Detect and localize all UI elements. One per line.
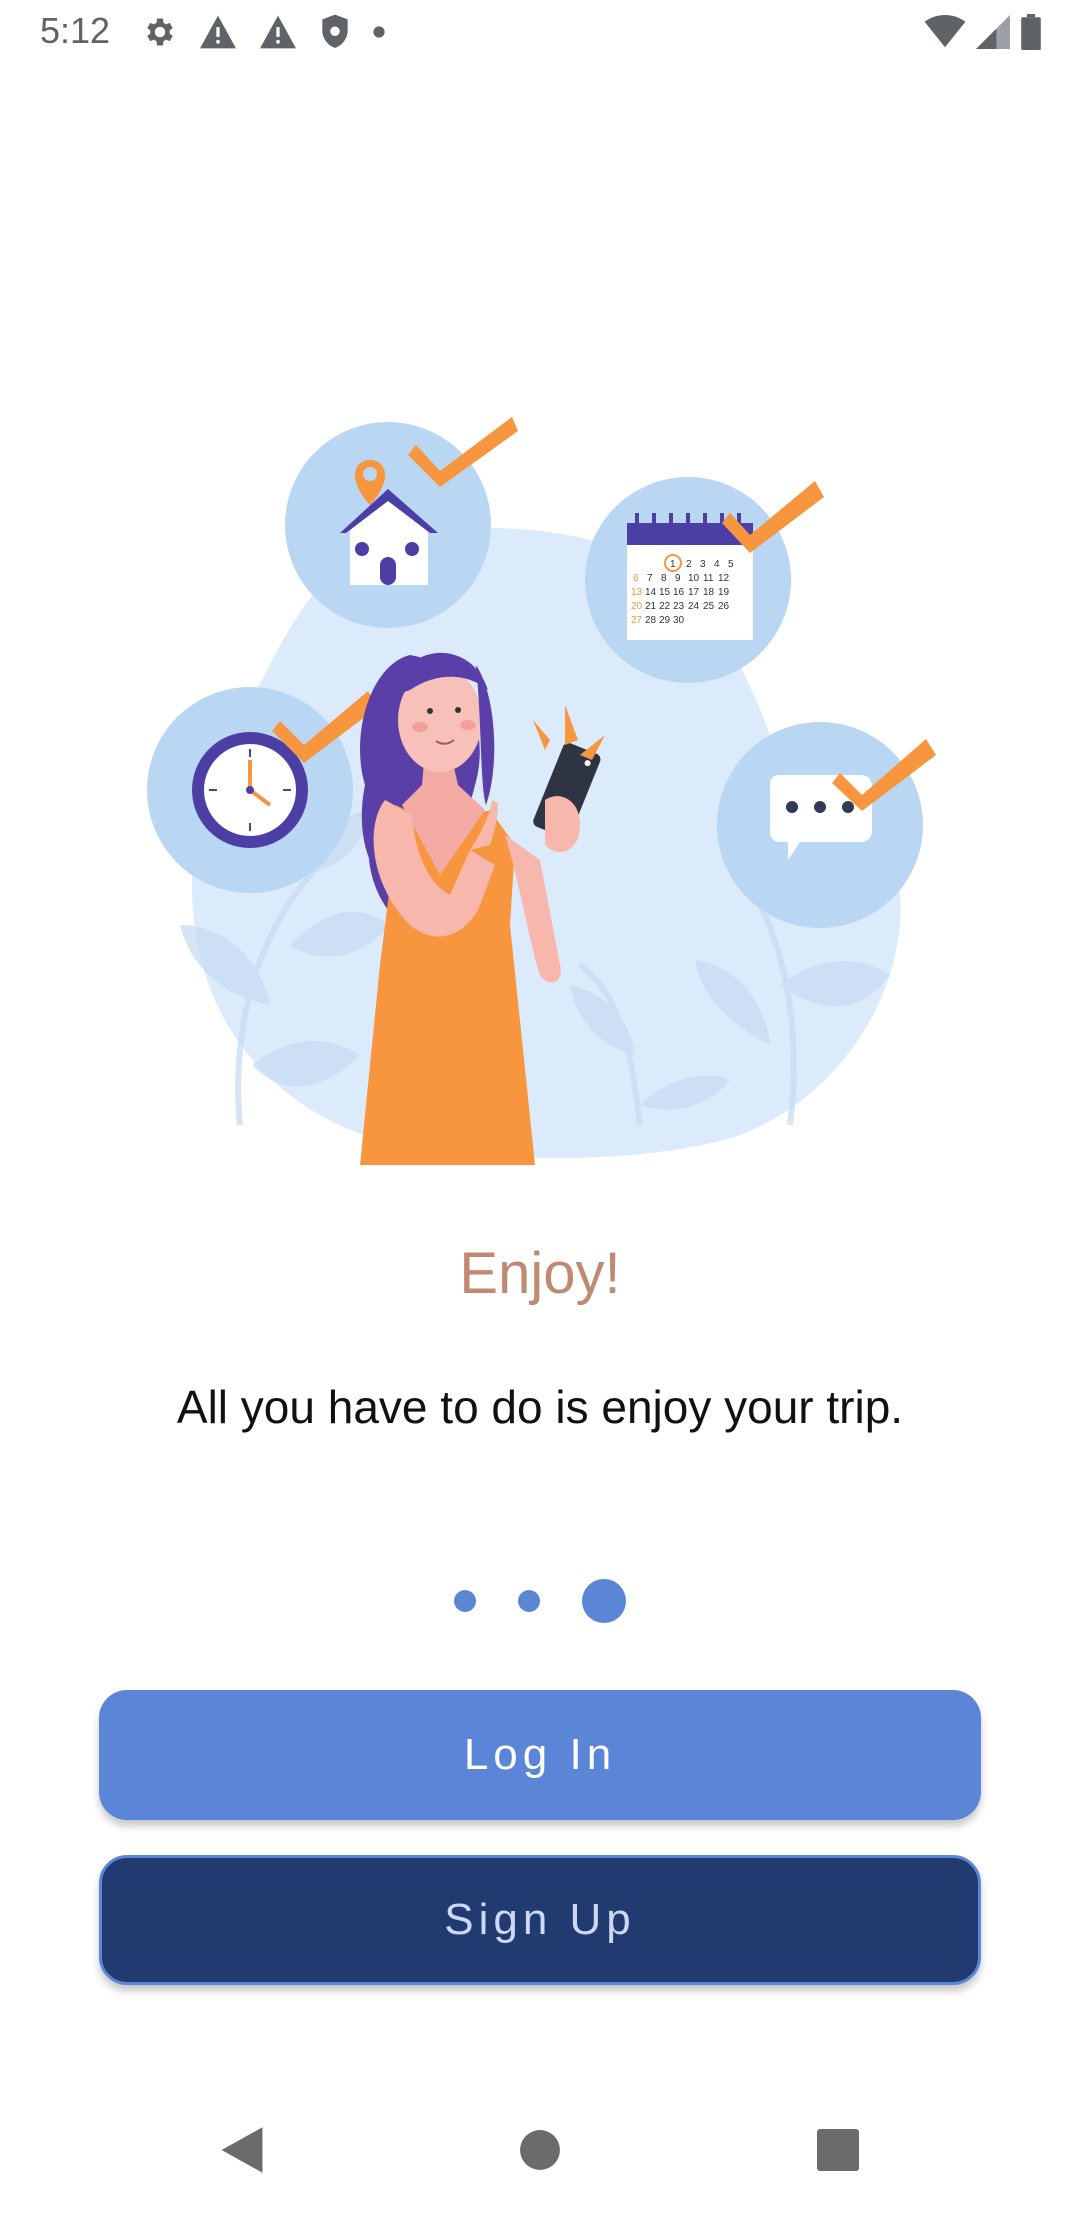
calendar-day: 3 (700, 559, 706, 570)
calendar-day: 21 (645, 601, 657, 612)
calendar-day: 27 (631, 615, 643, 626)
calendar-day: 16 (673, 587, 685, 598)
shield-icon (318, 13, 352, 56)
page-dot-active[interactable] (582, 1579, 626, 1623)
calendar-day: 23 (673, 601, 685, 612)
page-indicator (0, 1578, 1080, 1624)
chat-circle (717, 722, 936, 928)
calendar-day: 5 (728, 559, 734, 570)
calendar-day: 22 (659, 601, 671, 612)
calendar-circle: 1 2 3 4 5 6 7 8 9 10 11 12 13 14 15 16 1 (585, 477, 824, 683)
calendar-day: 28 (645, 615, 657, 626)
calendar-day: 11 (703, 573, 714, 584)
calendar-day: 6 (633, 573, 639, 584)
warning-icon (258, 14, 298, 55)
calendar-day: 29 (659, 615, 671, 626)
calendar-day: 30 (673, 615, 685, 626)
calendar-day: 2 (686, 559, 692, 570)
calendar-day: 1 (670, 559, 676, 570)
onboarding-illustration: 1 2 3 4 5 6 7 8 9 10 11 12 13 14 15 16 1 (140, 405, 940, 1165)
calendar-day: 13 (631, 587, 643, 598)
login-button[interactable]: Log In (99, 1690, 981, 1820)
system-status-icons (924, 13, 1042, 55)
page-dot[interactable] (518, 1590, 540, 1612)
calendar-day: 14 (645, 587, 657, 598)
login-button-label: Log In (463, 1730, 617, 1779)
calendar-day: 17 (688, 587, 700, 598)
wifi-icon (924, 14, 966, 54)
calendar-day: 7 (647, 573, 653, 584)
warning-icon (198, 14, 238, 55)
calendar-day: 12 (718, 573, 730, 584)
calendar-day: 26 (718, 601, 730, 612)
signup-button[interactable]: Sign Up (99, 1855, 981, 1985)
calendar-day: 10 (688, 573, 700, 584)
calendar-day: 19 (718, 587, 730, 598)
onboarding-screen: 5:12 1 2 3 4 5 6 7 8 9 10 11 12 13 14 15… (0, 0, 1080, 2220)
notification-icons (142, 14, 386, 54)
calendar-day: 9 (675, 573, 681, 584)
calendar-day: 25 (703, 601, 715, 612)
battery-icon (1020, 13, 1042, 55)
calendar-day: 18 (703, 587, 715, 598)
dot-icon (372, 25, 386, 44)
calendar-day: 4 (714, 559, 720, 570)
calendar-day: 20 (631, 601, 643, 612)
home-icon[interactable] (510, 2120, 570, 2180)
calendar-day: 24 (688, 601, 700, 612)
gear-icon (142, 14, 178, 55)
status-bar: 5:12 (0, 0, 1080, 66)
recents-icon[interactable] (808, 2120, 868, 2180)
calendar-day: 15 (659, 587, 671, 598)
onboarding-title: Enjoy! (459, 1241, 621, 1306)
onboarding-subtitle: All you have to do is enjoy your trip. (176, 1381, 904, 1433)
signup-button-label: Sign Up (444, 1895, 636, 1944)
status-time: 5:12 (40, 10, 111, 51)
page-dot[interactable] (454, 1590, 476, 1612)
calendar-day: 8 (661, 573, 667, 584)
back-icon[interactable] (212, 2120, 272, 2180)
navigation-bar (0, 2090, 1080, 2220)
signal-icon (976, 14, 1010, 54)
